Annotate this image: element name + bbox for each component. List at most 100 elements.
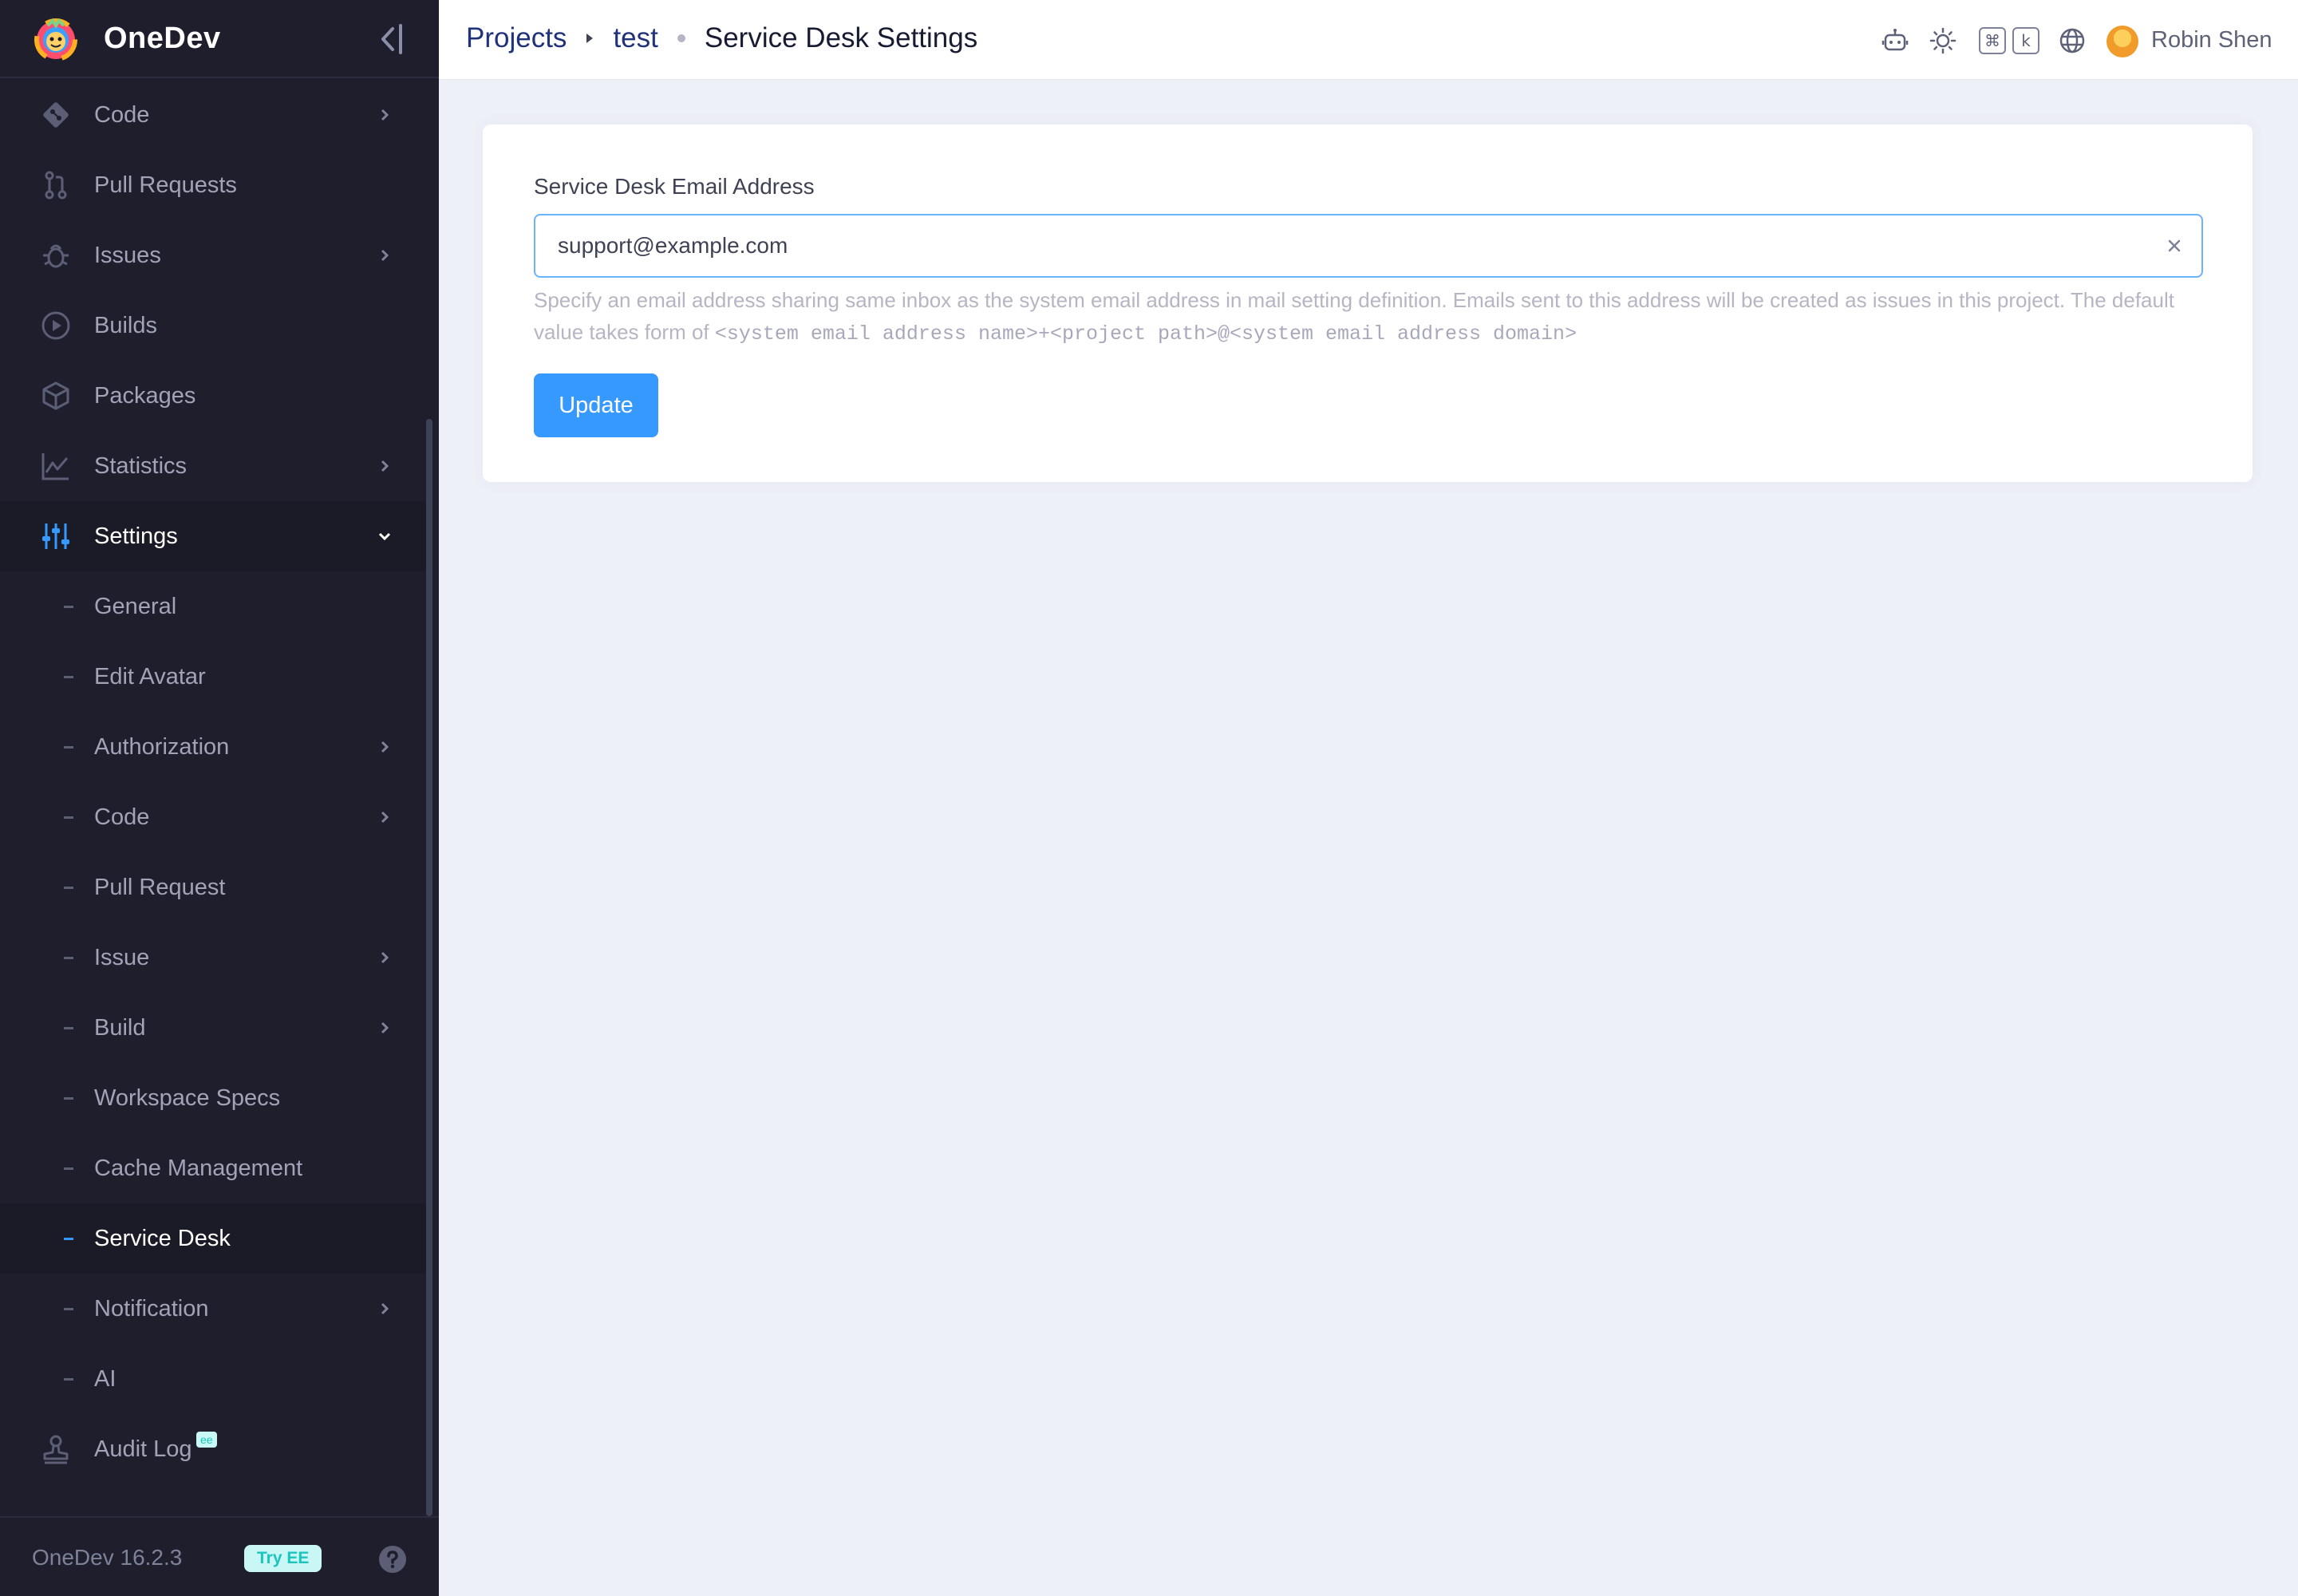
sidebar-subitem-build[interactable]: Build xyxy=(0,993,428,1063)
breadcrumb: Projects test Service Desk Settings xyxy=(466,22,977,54)
sidebar-footer: OneDev 16.2.3 Try EE xyxy=(0,1516,439,1596)
breadcrumb-project-link[interactable]: test xyxy=(613,22,657,54)
help-text-format-code: <system email address name>+<project pat… xyxy=(714,322,1577,346)
breadcrumb-projects-link[interactable]: Projects xyxy=(466,22,567,54)
sidebar-item-label: Pull Requests xyxy=(94,172,237,198)
command-key-hint[interactable]: ⌘ xyxy=(1979,27,2006,54)
sidebar-header: OneDev xyxy=(0,0,439,78)
sidebar-item-label: Packages xyxy=(94,382,196,409)
service-desk-settings-card: Service Desk Email Address Specify an em… xyxy=(483,124,2253,482)
chevron-right-icon xyxy=(381,1021,389,1034)
sidebar-item-statistics[interactable]: Statistics xyxy=(0,431,428,501)
avatar[interactable] xyxy=(2106,26,2138,57)
dash-bullet xyxy=(64,816,73,819)
sidebar-item-label: Authorization xyxy=(94,733,230,760)
dash-bullet xyxy=(64,1167,73,1170)
pull-request-icon xyxy=(45,171,67,200)
sidebar-item-code[interactable]: Code xyxy=(0,80,428,150)
chevron-right-icon xyxy=(381,951,389,964)
chart-line-icon xyxy=(41,453,69,480)
dash-bullet xyxy=(64,887,73,889)
sidebar-nav: Code Pull Requests Issues Builds Package… xyxy=(0,80,428,1484)
sidebar-item-packages[interactable]: Packages xyxy=(0,361,428,431)
bug-icon xyxy=(43,244,69,268)
dash-bullet xyxy=(64,746,73,749)
ee-badge: ee xyxy=(196,1432,217,1448)
collapse-sidebar-icon[interactable] xyxy=(375,22,407,56)
dash-bullet xyxy=(64,1238,73,1240)
sidebar-item-label: Statistics xyxy=(94,452,188,479)
page-title: Service Desk Settings xyxy=(704,22,978,53)
onedev-logo-icon[interactable] xyxy=(32,14,80,62)
update-button[interactable]: Update xyxy=(534,373,658,437)
sidebar-item-audit-log[interactable]: Audit Log ee xyxy=(0,1414,428,1484)
dash-bullet xyxy=(64,1027,73,1029)
globe-icon[interactable] xyxy=(2059,27,2086,54)
stamp-icon xyxy=(43,1435,69,1464)
sidebar-item-label: General xyxy=(94,593,177,619)
sidebar-subitem-pull-request[interactable]: Pull Request xyxy=(0,852,428,922)
try-ee-button[interactable]: Try EE xyxy=(244,1545,322,1572)
breadcrumb-separator-dot xyxy=(677,34,685,42)
dash-bullet xyxy=(64,1097,73,1100)
sidebar-item-label: Workspace Specs xyxy=(94,1084,281,1111)
sidebar-subitem-issue[interactable]: Issue xyxy=(0,922,428,993)
dash-bullet xyxy=(64,1378,73,1381)
dash-bullet xyxy=(64,957,73,959)
help-icon[interactable] xyxy=(378,1545,407,1574)
top-bar: Projects test Service Desk Settings ⌘ k … xyxy=(439,0,2298,80)
k-key-hint[interactable]: k xyxy=(2012,27,2039,54)
email-field-label: Service Desk Email Address xyxy=(534,174,815,199)
sidebar-item-label: Issues xyxy=(94,242,161,268)
chevron-right-icon xyxy=(381,460,389,472)
git-icon xyxy=(43,102,69,128)
sidebar-subitem-general[interactable]: General xyxy=(0,571,428,642)
play-circle-icon xyxy=(41,311,70,340)
sidebar-subitem-authorization[interactable]: Authorization xyxy=(0,712,428,782)
sidebar-scrollbar[interactable] xyxy=(426,419,432,1516)
chevron-right-icon xyxy=(381,249,389,262)
sun-icon[interactable] xyxy=(1929,27,1956,54)
sidebar-subitem-cache-management[interactable]: Cache Management xyxy=(0,1133,428,1203)
dash-bullet xyxy=(64,676,73,678)
sidebar-subitem-edit-avatar[interactable]: Edit Avatar xyxy=(0,642,428,712)
sidebar-subitem-code[interactable]: Code xyxy=(0,782,428,852)
sidebar-item-label: Code xyxy=(94,101,150,128)
caret-right-icon xyxy=(586,34,594,43)
service-desk-email-input[interactable] xyxy=(535,215,2155,276)
sidebar-item-label: Edit Avatar xyxy=(94,663,206,689)
sidebar-item-settings[interactable]: Settings xyxy=(0,501,428,571)
robot-icon[interactable] xyxy=(1881,27,1909,54)
sidebar-item-label: Issue xyxy=(94,944,150,970)
chevron-right-icon xyxy=(381,1302,389,1315)
sidebar-subitem-service-desk[interactable]: Service Desk xyxy=(0,1203,428,1274)
dash-bullet xyxy=(64,1308,73,1310)
sidebar-item-issues[interactable]: Issues xyxy=(0,220,428,290)
clear-input-icon[interactable] xyxy=(2163,235,2185,257)
sidebar-item-label: Cache Management xyxy=(94,1155,303,1181)
sidebar-item-label: Build xyxy=(94,1014,146,1041)
sidebar-subitem-workspace-specs[interactable]: Workspace Specs xyxy=(0,1063,428,1133)
sidebar-item-pull-requests[interactable]: Pull Requests xyxy=(0,150,428,220)
sidebar-item-label: AI xyxy=(94,1365,116,1392)
dash-bullet xyxy=(64,606,73,608)
sidebar-item-label: Code xyxy=(94,804,150,830)
chevron-down-icon xyxy=(378,532,391,541)
sidebar-subitem-notification[interactable]: Notification xyxy=(0,1274,428,1344)
chevron-right-icon xyxy=(381,109,389,121)
user-name[interactable]: Robin Shen xyxy=(2151,27,2272,53)
sidebar: OneDev Code Pull Requests Issues Builds … xyxy=(0,0,439,1596)
sidebar-item-label: Notification xyxy=(94,1295,209,1321)
chevron-right-icon xyxy=(381,811,389,824)
version-label: OneDev 16.2.3 xyxy=(32,1545,183,1570)
sidebar-item-label: Builds xyxy=(94,312,157,338)
email-field-help: Specify an email address sharing same in… xyxy=(534,284,2203,350)
sidebar-item-builds[interactable]: Builds xyxy=(0,290,428,361)
sidebar-item-label: Service Desk xyxy=(94,1225,231,1251)
sidebar-subitem-ai[interactable]: AI xyxy=(0,1344,428,1414)
sidebar-item-label: Settings xyxy=(94,523,178,549)
sidebar-item-label: Audit Log xyxy=(94,1436,192,1462)
chevron-right-icon xyxy=(381,741,389,753)
package-icon xyxy=(42,381,69,410)
brand-name[interactable]: OneDev xyxy=(104,22,221,56)
